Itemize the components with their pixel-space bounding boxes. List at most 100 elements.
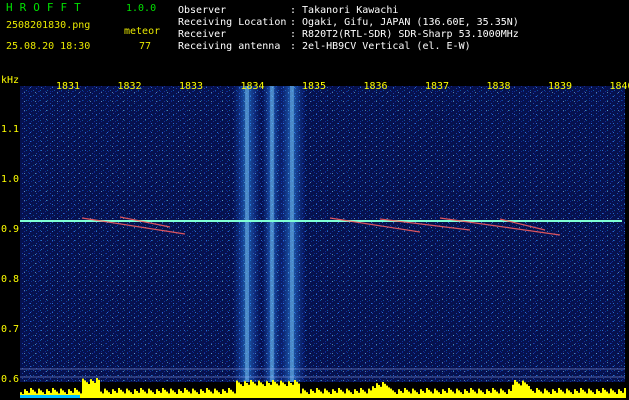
activity-bar xyxy=(504,392,506,398)
activity-bar xyxy=(486,389,488,398)
activity-bar xyxy=(500,388,502,398)
activity-bar xyxy=(412,388,414,398)
activity-bar xyxy=(414,390,416,398)
activity-bar xyxy=(536,388,538,398)
activity-bar xyxy=(510,391,512,398)
activity-bar xyxy=(604,389,606,398)
activity-bar xyxy=(92,381,94,398)
activity-bar xyxy=(158,391,160,398)
activity-bar xyxy=(498,393,500,398)
activity-bar xyxy=(448,388,450,398)
activity-bar xyxy=(154,394,156,398)
activity-bar xyxy=(612,390,614,398)
activity-bar xyxy=(180,391,182,398)
activity-bar xyxy=(218,392,220,398)
activity-bar xyxy=(304,390,306,398)
activity-bar xyxy=(566,388,568,398)
activity-bar xyxy=(86,382,88,398)
activity-bar xyxy=(530,389,532,398)
activity-bar xyxy=(194,390,196,398)
activity-bar xyxy=(572,394,574,398)
x-tick-label: 1835 xyxy=(302,81,326,92)
activity-bar xyxy=(600,392,602,398)
activity-bar xyxy=(338,388,340,398)
info-value-antenna: : 2el-HB9CV Vertical (el. E-W) xyxy=(290,41,471,52)
activity-bar xyxy=(584,391,586,398)
activity-bar xyxy=(440,394,442,398)
activity-bar xyxy=(360,388,362,398)
activity-bar xyxy=(354,389,356,398)
activity-bar xyxy=(94,382,96,398)
activity-bar xyxy=(292,384,294,398)
activity-bar xyxy=(282,382,284,398)
activity-bar xyxy=(314,392,316,398)
activity-bar xyxy=(436,390,438,398)
activity-bar xyxy=(236,380,238,398)
activity-bar xyxy=(148,388,150,398)
activity-bar xyxy=(348,390,350,398)
activity-bar xyxy=(260,382,262,398)
activity-bar xyxy=(214,388,216,398)
activity-bar xyxy=(570,392,572,398)
activity-bar xyxy=(284,384,286,398)
activity-bar xyxy=(124,393,126,398)
activity-bar xyxy=(262,384,264,398)
y-tick-label: 0.8 xyxy=(1,274,19,285)
activity-bar xyxy=(296,381,298,398)
spectrogram-background xyxy=(0,72,629,400)
activity-bar xyxy=(404,388,406,398)
spectrogram-plot: 1831 1832 1833 1834 1835 1836 1837 1838 1839 1840… xyxy=(0,72,629,400)
activity-bar xyxy=(508,389,510,398)
activity-bar xyxy=(548,392,550,398)
activity-bar xyxy=(178,389,180,398)
activity-bar xyxy=(554,391,556,398)
activity-bar xyxy=(128,390,130,398)
activity-bar xyxy=(468,392,470,398)
activity-bar xyxy=(402,392,404,398)
activity-bar xyxy=(168,393,170,398)
activity-bar xyxy=(326,390,328,398)
activity-bar xyxy=(624,388,626,398)
activity-bar xyxy=(90,379,92,398)
info-label-location: Receiving Location xyxy=(178,17,287,28)
activity-bar xyxy=(424,392,426,398)
activity-bar xyxy=(346,388,348,398)
activity-bar xyxy=(146,393,148,398)
datetime-label: 25.08.20 18:30 xyxy=(6,41,91,52)
activity-bar xyxy=(458,390,460,398)
activity-bar xyxy=(560,389,562,398)
activity-bar xyxy=(368,388,370,398)
activity-bar xyxy=(356,391,358,398)
activity-bar xyxy=(622,392,624,398)
activity-bar xyxy=(320,391,322,398)
activity-bar xyxy=(102,393,104,398)
activity-baseline xyxy=(20,395,80,398)
activity-bar xyxy=(96,378,98,398)
header-panel: HROFFT 1.0.0 2508201830.png meteor 25.08… xyxy=(0,0,629,72)
activity-bar xyxy=(114,391,116,398)
activity-bar xyxy=(472,389,474,398)
info-label-receiver: Receiver xyxy=(178,29,227,40)
x-tick-label: 1837 xyxy=(425,81,449,92)
activity-bar xyxy=(418,394,420,398)
activity-bar xyxy=(422,391,424,398)
activity-bar xyxy=(410,393,412,398)
activity-bar xyxy=(126,388,128,398)
activity-bar xyxy=(174,392,176,398)
activity-bar xyxy=(406,389,408,398)
activity-bar xyxy=(416,392,418,398)
activity-bar xyxy=(400,391,402,398)
activity-bar xyxy=(376,383,378,398)
activity-bar xyxy=(238,382,240,398)
app-version: 1.0.0 xyxy=(126,3,157,14)
activity-bar xyxy=(482,392,484,398)
activity-bar xyxy=(130,392,132,398)
activity-bar xyxy=(220,394,222,398)
x-tick-label: 1840 xyxy=(609,81,629,92)
activity-bar xyxy=(588,388,590,398)
activity-bar xyxy=(386,385,388,398)
interference-band-core xyxy=(290,86,294,382)
activity-bar xyxy=(464,389,466,398)
activity-bar xyxy=(456,388,458,398)
activity-bar xyxy=(82,378,84,398)
